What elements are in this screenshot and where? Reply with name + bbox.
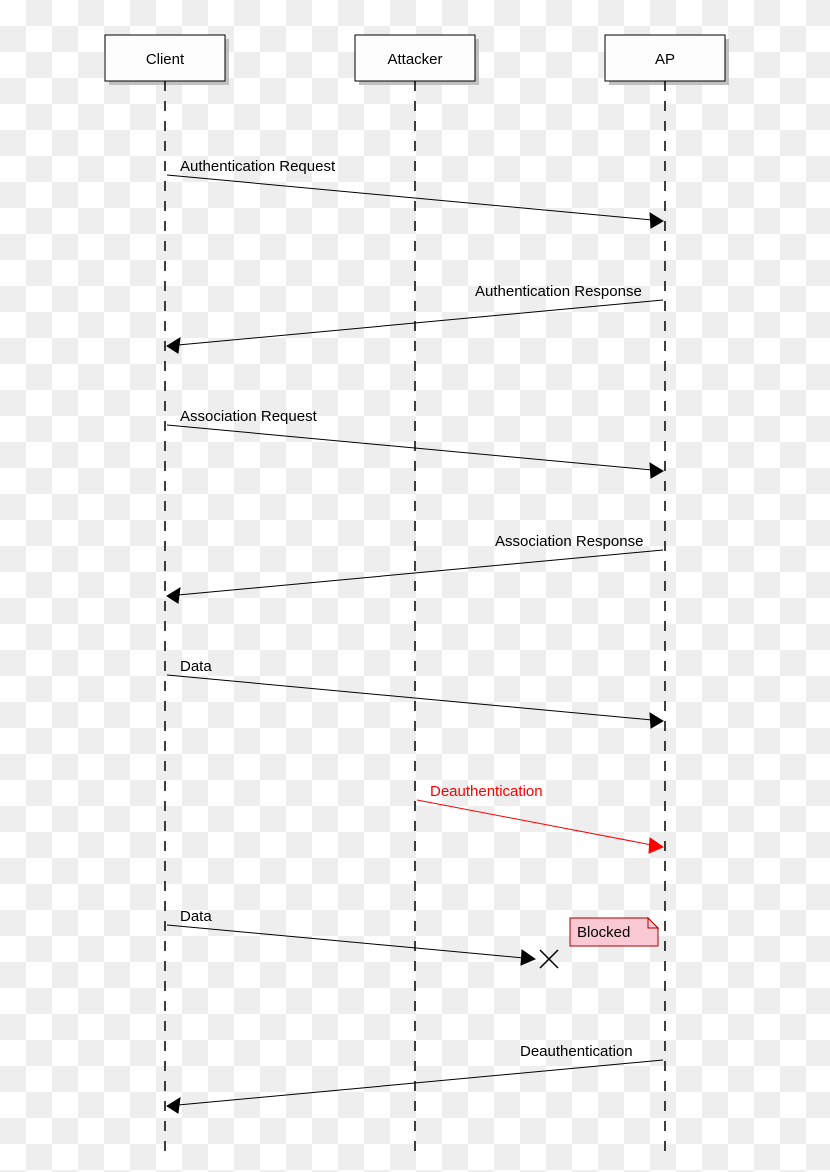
msg-data-blocked: Data (167, 908, 558, 968)
ap-label: AP (655, 51, 675, 68)
participant-attacker: Attacker (355, 35, 475, 81)
note-blocked-label: Blocked (577, 924, 630, 941)
note-blocked: Blocked (570, 918, 658, 946)
msg-assoc-req-label: Association Request (180, 408, 318, 425)
participant-client: Client (105, 35, 225, 81)
msg-data-1-label: Data (180, 658, 212, 675)
msg-deauth-attack: Deauthentication (417, 783, 663, 853)
client-label: Client (146, 51, 185, 68)
participant-ap: AP (605, 35, 725, 81)
msg-auth-resp-label: Authentication Response (475, 283, 642, 300)
msg-deauth-resp-label: Deauthentication (520, 1043, 633, 1060)
sequence-diagram: Client Attacker AP Authentication Reques… (0, 0, 830, 1172)
msg-deauth-attack-label: Deauthentication (430, 783, 543, 800)
lost-message-x-icon (540, 950, 558, 968)
msg-data-blocked-label: Data (180, 908, 212, 925)
msg-assoc-resp-label: Association Response (495, 533, 643, 550)
msg-auth-req-label: Authentication Request (180, 158, 336, 175)
attacker-label: Attacker (387, 51, 442, 68)
